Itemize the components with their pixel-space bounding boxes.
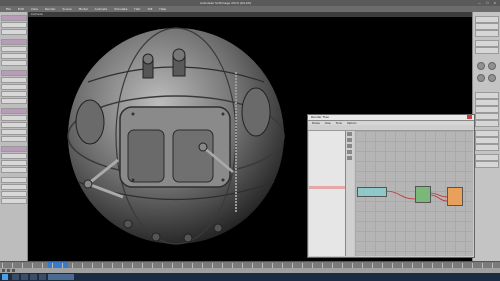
taskbar-app-icon[interactable] xyxy=(39,274,46,280)
panel-button[interactable] xyxy=(475,106,499,113)
toolbar-button[interactable] xyxy=(1,191,27,197)
toolbar-button[interactable] xyxy=(1,77,27,83)
render-tree-title: Render Tree xyxy=(311,115,329,119)
toolbar-button[interactable] xyxy=(1,153,27,159)
shader-node-list[interactable]: ​​​​​​​​​​​​​​​​​​​​​​​​​​​​​​​​ xyxy=(309,131,346,256)
panel-button[interactable] xyxy=(475,92,499,99)
toolbar-button[interactable] xyxy=(1,53,27,59)
camera-dolly-knob[interactable] xyxy=(488,74,496,82)
toolbar-button[interactable] xyxy=(1,70,27,76)
start-icon[interactable] xyxy=(2,274,8,280)
material-node[interactable] xyxy=(447,187,463,206)
toolbar-button[interactable] xyxy=(1,136,27,142)
shader-list-item[interactable]: ​ xyxy=(309,237,345,240)
left-toolbar xyxy=(0,12,28,261)
toolbar-button[interactable] xyxy=(1,84,27,90)
toolbar-button[interactable] xyxy=(1,108,27,114)
taskbar-app-icon[interactable] xyxy=(30,274,37,280)
toolbar-button[interactable] xyxy=(1,91,27,97)
panel-button[interactable] xyxy=(475,137,499,144)
panel-button[interactable] xyxy=(475,30,499,37)
camera-pan-knob[interactable] xyxy=(488,62,496,70)
panel-button[interactable] xyxy=(475,154,499,161)
toolbar-button[interactable] xyxy=(1,167,27,173)
node-type-icon[interactable] xyxy=(347,132,352,136)
panel-button[interactable] xyxy=(475,120,499,127)
toolbar-button[interactable] xyxy=(1,129,27,135)
panel-button[interactable] xyxy=(475,161,499,168)
panel-button[interactable] xyxy=(475,144,499,151)
toolbar-button[interactable] xyxy=(1,184,27,190)
toolbar-button[interactable] xyxy=(1,122,27,128)
toolbar-button[interactable] xyxy=(1,60,27,66)
node-type-icon[interactable] xyxy=(347,138,352,142)
toolbar-button[interactable] xyxy=(1,198,27,204)
camera-zoom-knob[interactable] xyxy=(477,74,485,82)
node-type-icon[interactable] xyxy=(347,156,352,160)
taskbar-softimage[interactable] xyxy=(48,274,74,280)
node-type-icon[interactable] xyxy=(347,150,352,154)
toolbar-button[interactable] xyxy=(1,98,27,104)
panel-button[interactable] xyxy=(475,23,499,30)
toolbar-button[interactable] xyxy=(1,160,27,166)
panel-button[interactable] xyxy=(475,47,499,54)
node-type-icon[interactable] xyxy=(347,144,352,148)
node-graph-canvas[interactable] xyxy=(355,131,473,256)
toolbar-button[interactable] xyxy=(1,46,27,52)
toolbar-button[interactable] xyxy=(1,115,27,121)
toolbar-button[interactable] xyxy=(1,177,27,183)
taskbar-app-icon[interactable] xyxy=(21,274,28,280)
toolbar-button[interactable] xyxy=(1,29,27,35)
stop-icon[interactable] xyxy=(7,269,10,272)
texture-node[interactable] xyxy=(357,187,387,197)
toolbar-button[interactable] xyxy=(1,146,27,152)
os-taskbar xyxy=(0,273,500,281)
right-properties-panel xyxy=(472,12,500,261)
mixer-node[interactable] xyxy=(415,186,431,203)
window-controls[interactable]: — ☐ ✕ xyxy=(478,1,498,5)
next-frame-icon[interactable] xyxy=(12,269,15,272)
panel-button[interactable] xyxy=(475,130,499,137)
play-icon[interactable] xyxy=(2,269,5,272)
panel-button[interactable] xyxy=(475,40,499,47)
toolbar-button[interactable] xyxy=(1,39,27,45)
panel-button[interactable] xyxy=(475,113,499,120)
toolbar-button[interactable] xyxy=(1,15,27,21)
camera-orbit-knob[interactable] xyxy=(477,62,485,70)
node-icon-column xyxy=(346,131,354,256)
window-title: Autodesk Softimage 2014 (64-bit) xyxy=(200,1,251,5)
panel-button[interactable] xyxy=(475,99,499,106)
toolbar-button[interactable] xyxy=(1,22,27,28)
taskbar-app-icon[interactable] xyxy=(12,274,19,280)
panel-button[interactable] xyxy=(475,16,499,23)
render-tree-window[interactable]: Render Tree Nodes View Tools Options ​​​… xyxy=(307,114,475,258)
close-icon[interactable] xyxy=(467,115,472,119)
